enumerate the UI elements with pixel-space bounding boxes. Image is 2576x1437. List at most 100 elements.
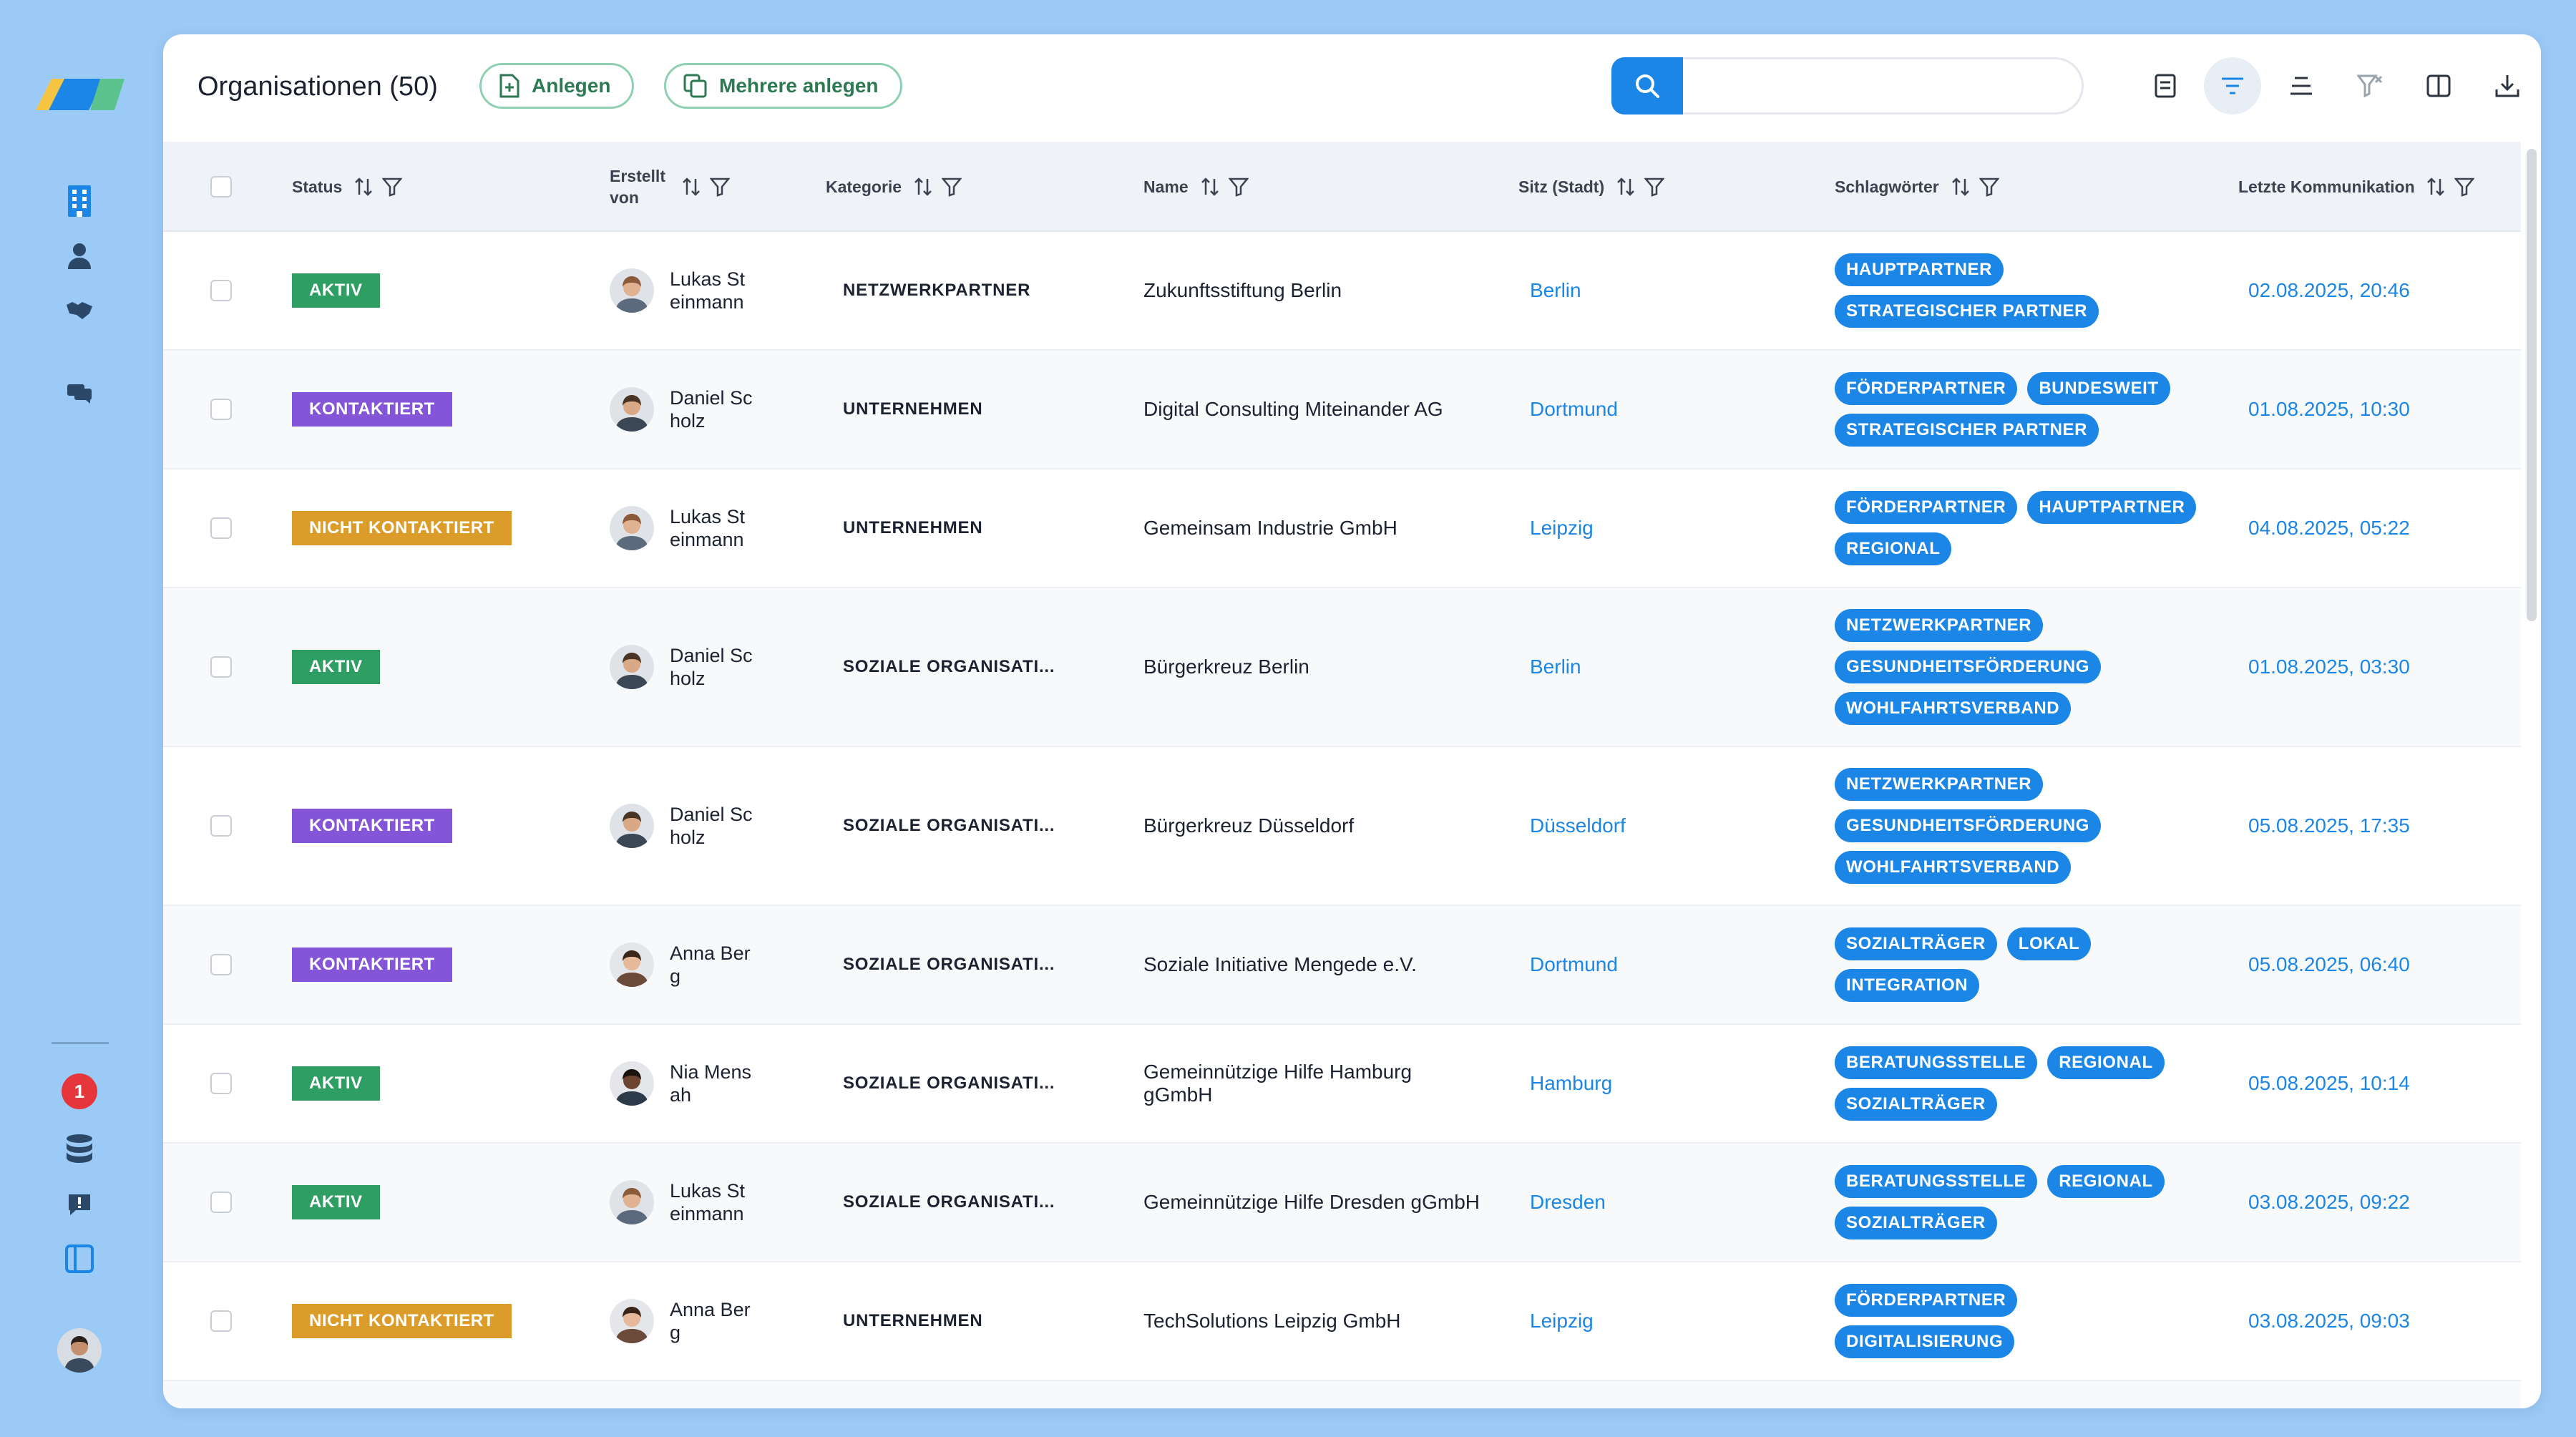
- last-communication-date[interactable]: 05.08.2025, 06:40: [2248, 953, 2410, 976]
- tag-badge[interactable]: INTEGRATION: [1835, 969, 1980, 1002]
- row-checkbox[interactable]: [210, 656, 232, 678]
- organisation-name[interactable]: Gemeinsam Industrie GmbH: [1143, 517, 1480, 540]
- row-checkbox[interactable]: [210, 815, 232, 837]
- tag-badge[interactable]: REGIONAL: [1835, 532, 1952, 565]
- tag-badge[interactable]: FÖRDERPARTNER: [1835, 491, 2018, 524]
- handshake-icon[interactable]: [60, 291, 99, 329]
- filter-icon[interactable]: [1644, 177, 1665, 197]
- table-row[interactable]: AKTIV Nia Mensah SOZIALE ORGANISATI... G…: [163, 1025, 2521, 1144]
- tag-badge[interactable]: SOZIALTRÄGER: [1835, 927, 1997, 960]
- search-button[interactable]: [1611, 57, 1683, 115]
- last-communication-date[interactable]: 05.08.2025, 17:35: [2248, 814, 2410, 837]
- last-communication-date[interactable]: 04.08.2025, 05:22: [2248, 517, 2410, 540]
- status-badge[interactable]: AKTIV: [292, 1066, 380, 1101]
- filter-icon[interactable]: [1979, 177, 1999, 197]
- person-icon[interactable]: [60, 236, 99, 275]
- city-link[interactable]: Berlin: [1530, 279, 1581, 302]
- last-communication-date[interactable]: 03.08.2025, 09:03: [2248, 1310, 2410, 1333]
- create-multiple-button[interactable]: Mehrere anlegen: [664, 63, 902, 109]
- table-row[interactable]: NICHT KONTAKTIERT Anna Berg UNTERNEHMEN …: [163, 1262, 2521, 1381]
- city-link[interactable]: Dortmund: [1530, 953, 1618, 976]
- select-all-checkbox[interactable]: [210, 176, 232, 198]
- tag-badge[interactable]: NETZWERKPARTNER: [1835, 768, 2044, 801]
- user-avatar[interactable]: [57, 1328, 102, 1373]
- tag-badge[interactable]: REGIONAL: [2047, 1165, 2165, 1198]
- tag-badge[interactable]: BERATUNGSSTELLE: [1835, 1046, 2038, 1079]
- download-button[interactable]: [2479, 57, 2536, 115]
- tag-badge[interactable]: NETZWERKPARTNER: [1835, 609, 2044, 642]
- tag-badge[interactable]: BUNDESWEIT: [2027, 372, 2170, 405]
- building-icon[interactable]: [60, 182, 99, 220]
- tag-badge[interactable]: BERATUNGSSTELLE: [1835, 1165, 2038, 1198]
- organisation-name[interactable]: Zukunftsstiftung Berlin: [1143, 279, 1480, 302]
- table-row[interactable]: AKTIV Daniel Scholz SOZIALE ORGANISATI..…: [163, 588, 2521, 747]
- organisation-name[interactable]: TechSolutions Leipzig GmbH: [1143, 1310, 1480, 1333]
- organisation-name[interactable]: Gemeinnützige Hilfe Hamburg gGmbH: [1143, 1061, 1480, 1106]
- city-link[interactable]: Düsseldorf: [1530, 814, 1626, 837]
- filter-icon[interactable]: [1228, 177, 1249, 197]
- scrollbar[interactable]: [2527, 149, 2537, 621]
- organisation-name[interactable]: Bürgerkreuz Berlin: [1143, 656, 1480, 678]
- sort-icon[interactable]: [1616, 177, 1636, 197]
- view-layout-button[interactable]: [2137, 57, 2194, 115]
- organisation-name[interactable]: Bürgerkreuz Düsseldorf: [1143, 814, 1480, 837]
- sidebar-toggle-icon[interactable]: [60, 1239, 99, 1278]
- city-link[interactable]: Dortmund: [1530, 398, 1618, 421]
- database-icon[interactable]: [60, 1129, 99, 1168]
- organisation-name[interactable]: Digital Consulting Miteinander AG: [1143, 398, 1480, 421]
- filter-icon[interactable]: [382, 177, 403, 197]
- tag-badge[interactable]: LOKAL: [2006, 927, 2092, 960]
- tag-badge[interactable]: STRATEGISCHER PARTNER: [1835, 414, 2099, 447]
- city-link[interactable]: Leipzig: [1530, 1310, 1594, 1333]
- tag-badge[interactable]: GESUNDHEITSFÖRDERUNG: [1835, 651, 2102, 683]
- filter-icon[interactable]: [942, 177, 962, 197]
- density-button[interactable]: [2273, 57, 2330, 115]
- status-badge[interactable]: AKTIV: [292, 650, 380, 684]
- sort-icon[interactable]: [1951, 177, 1971, 197]
- app-logo[interactable]: [36, 79, 125, 110]
- table-row[interactable]: KONTAKTIERT Daniel Scholz SOZIALE ORGANI…: [163, 747, 2521, 906]
- last-communication-date[interactable]: 01.08.2025, 03:30: [2248, 656, 2410, 678]
- row-checkbox[interactable]: [210, 1310, 232, 1332]
- tag-badge[interactable]: DIGITALISIERUNG: [1835, 1325, 2015, 1358]
- sort-icon[interactable]: [2426, 177, 2446, 197]
- table-row[interactable]: NICHT KONTAKTIERT Lukas Steinmann UNTERN…: [163, 469, 2521, 588]
- table-row[interactable]: AKTIV Lukas Steinmann SOZIALE ORGANISATI…: [163, 1144, 2521, 1262]
- city-link[interactable]: Berlin: [1530, 656, 1581, 678]
- sort-icon[interactable]: [1200, 177, 1220, 197]
- sort-icon[interactable]: [913, 177, 933, 197]
- row-checkbox[interactable]: [210, 1192, 232, 1213]
- last-communication-date[interactable]: 05.08.2025, 10:14: [2248, 1072, 2410, 1095]
- filter-icon[interactable]: [710, 177, 730, 197]
- status-badge[interactable]: AKTIV: [292, 1185, 380, 1219]
- last-communication-date[interactable]: 03.08.2025, 09:22: [2248, 1191, 2410, 1214]
- feedback-icon[interactable]: [60, 1185, 99, 1224]
- city-link[interactable]: Hamburg: [1530, 1072, 1612, 1095]
- row-checkbox[interactable]: [210, 517, 232, 539]
- columns-button[interactable]: [2410, 57, 2467, 115]
- table-row[interactable]: KONTAKTIERT Anna Berg SOZIALE ORGANISATI…: [163, 906, 2521, 1025]
- tag-badge[interactable]: REGIONAL: [2047, 1046, 2165, 1079]
- tag-badge[interactable]: HAUPTPARTNER: [2027, 491, 2197, 524]
- tag-badge[interactable]: FÖRDERPARTNER: [1835, 1284, 2018, 1317]
- search-input[interactable]: [1683, 57, 2084, 115]
- row-checkbox[interactable]: [210, 280, 232, 301]
- row-checkbox[interactable]: [210, 1073, 232, 1094]
- row-checkbox[interactable]: [210, 399, 232, 420]
- row-checkbox[interactable]: [210, 954, 232, 975]
- table-row[interactable]: KONTAKTIERT Daniel Scholz UNTERNEHMEN Di…: [163, 351, 2521, 469]
- tag-badge[interactable]: GESUNDHEITSFÖRDERUNG: [1835, 809, 2102, 842]
- status-badge[interactable]: KONTAKTIERT: [292, 392, 452, 427]
- tag-badge[interactable]: SOZIALTRÄGER: [1835, 1207, 1997, 1239]
- status-badge[interactable]: KONTAKTIERT: [292, 948, 452, 982]
- sort-icon[interactable]: [681, 177, 701, 197]
- tag-badge[interactable]: FÖRDERPARTNER: [1835, 372, 2018, 405]
- table-row[interactable]: AKTIV Lukas Steinmann NETZWERKPARTNER Zu…: [163, 232, 2521, 351]
- organisation-name[interactable]: Gemeinnützige Hilfe Dresden gGmbH: [1143, 1191, 1480, 1214]
- tag-badge[interactable]: HAUPTPARTNER: [1835, 253, 2004, 286]
- status-badge[interactable]: AKTIV: [292, 273, 380, 308]
- chat-icon[interactable]: [60, 374, 99, 412]
- status-badge[interactable]: NICHT KONTAKTIERT: [292, 511, 512, 545]
- filter-list-button[interactable]: [2204, 57, 2261, 115]
- organisation-name[interactable]: Soziale Initiative Mengede e.V.: [1143, 953, 1480, 976]
